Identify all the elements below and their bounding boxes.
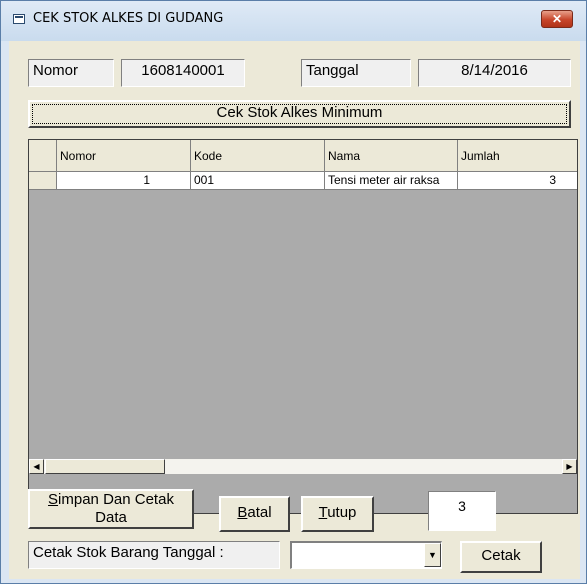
cell-jumlah[interactable]: 3 bbox=[458, 172, 577, 190]
row-selector[interactable] bbox=[29, 172, 57, 190]
column-header-nama[interactable]: Nama bbox=[325, 140, 458, 172]
scroll-right-icon[interactable]: ▶ bbox=[562, 459, 577, 474]
count-field[interactable]: 3 bbox=[428, 491, 496, 531]
simpan-cetak-button[interactable]: Simpan Dan Cetak Data bbox=[28, 489, 194, 529]
close-button[interactable]: ✕ bbox=[541, 10, 573, 28]
horizontal-scrollbar[interactable]: ◀ ▶ bbox=[29, 459, 577, 474]
window-icon bbox=[13, 14, 25, 24]
window-title: CEK STOK ALKES DI GUDANG bbox=[33, 11, 224, 26]
cell-kode[interactable]: 001 bbox=[191, 172, 325, 190]
grid-header-row: Nomor Kode Nama Jumlah bbox=[29, 140, 577, 172]
tanggal-value: 8/14/2016 bbox=[418, 59, 571, 87]
cell-nomor[interactable]: 1 bbox=[57, 172, 191, 190]
main-window: CEK STOK ALKES DI GUDANG ✕ Nomor 1608140… bbox=[0, 0, 587, 584]
column-header-nomor[interactable]: Nomor bbox=[57, 140, 191, 172]
column-header-kode[interactable]: Kode bbox=[191, 140, 325, 172]
column-header-jumlah[interactable]: Jumlah bbox=[458, 140, 577, 172]
scroll-thumb[interactable] bbox=[45, 459, 165, 474]
tutup-button[interactable]: Tutup bbox=[301, 496, 374, 532]
cell-nama[interactable]: Tensi meter air raksa bbox=[325, 172, 458, 190]
chevron-down-icon[interactable]: ▼ bbox=[424, 543, 441, 567]
scroll-left-icon[interactable]: ◀ bbox=[29, 459, 44, 474]
nomor-label: Nomor bbox=[28, 59, 114, 87]
stock-grid[interactable]: Nomor Kode Nama Jumlah 1 001 Tensi meter… bbox=[28, 139, 578, 514]
title-bar[interactable]: CEK STOK ALKES DI GUDANG ✕ bbox=[1, 1, 586, 41]
cek-stok-minimum-button[interactable]: Cek Stok Alkes Minimum bbox=[28, 100, 571, 128]
table-row[interactable]: 1 001 Tensi meter air raksa 3 bbox=[29, 172, 577, 190]
cetak-button[interactable]: Cetak bbox=[460, 541, 542, 573]
nomor-value: 1608140001 bbox=[121, 59, 245, 87]
batal-button[interactable]: Batal bbox=[219, 496, 290, 532]
tanggal-label: Tanggal bbox=[301, 59, 411, 87]
date-combo[interactable]: ▼ bbox=[290, 541, 442, 569]
cetak-tanggal-label: Cetak Stok Barang Tanggal : bbox=[28, 541, 280, 569]
close-icon: ✕ bbox=[551, 12, 563, 26]
grid-corner bbox=[29, 140, 57, 172]
